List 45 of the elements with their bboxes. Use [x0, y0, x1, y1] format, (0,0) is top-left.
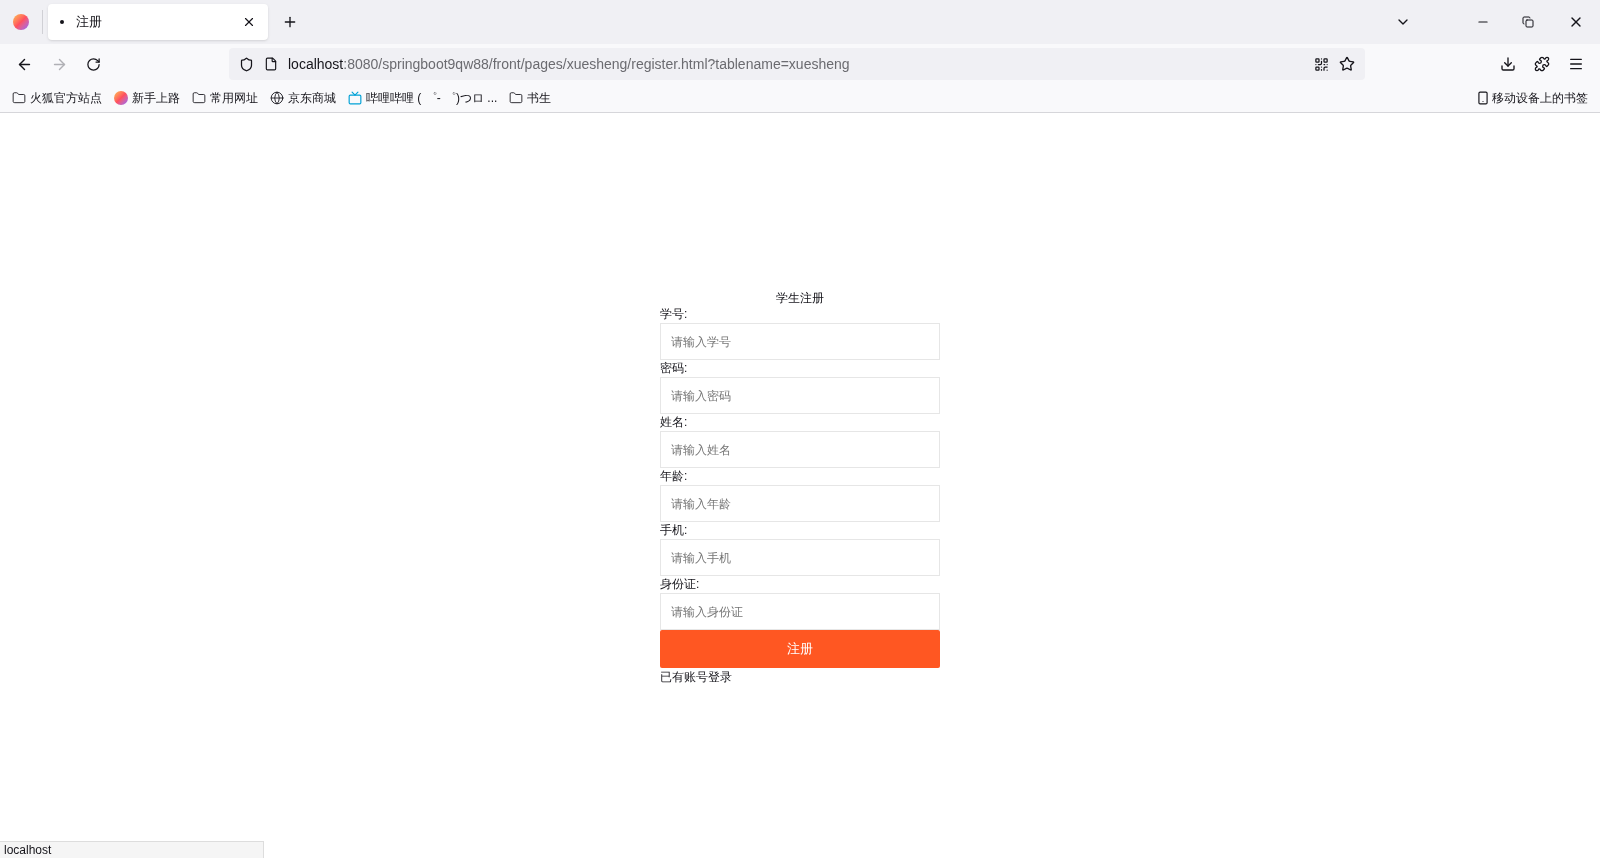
- input-field[interactable]: 请输入身份证: [660, 593, 940, 630]
- mobile-bookmarks[interactable]: 移动设备上的书签: [1476, 89, 1588, 107]
- restore-icon[interactable]: [1522, 16, 1534, 28]
- input-field[interactable]: 请输入密码: [660, 377, 940, 414]
- bookmark-item[interactable]: 常用网址: [192, 89, 258, 107]
- bookmark-item[interactable]: 哔哩哔哩 ( ゜- ゜)つロ ...: [348, 89, 498, 107]
- browser-tab[interactable]: 注册: [48, 4, 268, 40]
- field-label: 身份证:: [660, 576, 700, 593]
- browser-logo-icon: [114, 91, 128, 105]
- new-tab-icon[interactable]: [282, 14, 298, 30]
- bookmark-item[interactable]: 京东商城: [270, 89, 336, 107]
- tab-title: 注册: [76, 13, 103, 32]
- extensions-icon[interactable]: [1534, 56, 1550, 72]
- bookmark-item[interactable]: 书生: [509, 89, 552, 107]
- download-icon[interactable]: [1500, 56, 1516, 72]
- qr-code-icon[interactable]: [1314, 56, 1329, 72]
- bookmark-star-icon[interactable]: [1339, 56, 1355, 72]
- folder-icon: [12, 91, 26, 105]
- browser-logo-icon[interactable]: [13, 14, 29, 30]
- field-label: 学号:: [660, 306, 688, 323]
- page-icon: [264, 57, 278, 71]
- folder-icon: [509, 91, 524, 105]
- input-field[interactable]: 请输入学号: [660, 323, 940, 360]
- login-link[interactable]: 已有账号登录: [660, 668, 732, 686]
- menu-icon[interactable]: [1568, 56, 1584, 72]
- address-bar[interactable]: localhost:8080/springboot9qw88/front/pages/xuesheng/register.html?tablename=xuesheng: [229, 48, 1365, 80]
- input-field[interactable]: 请输入姓名: [660, 431, 940, 468]
- folder-icon: [192, 91, 206, 105]
- phone-icon: [1476, 91, 1490, 105]
- form-title: 学生注册: [775, 291, 825, 306]
- tv-icon: [348, 91, 362, 105]
- field-label: 姓名:: [660, 414, 688, 431]
- globe-icon: [270, 91, 284, 105]
- status-bar: localhost: [0, 841, 264, 858]
- field-label: 手机:: [660, 522, 688, 539]
- input-field[interactable]: 请输入年龄: [660, 485, 940, 522]
- shield-icon: [239, 56, 254, 72]
- reload-icon[interactable]: [86, 56, 101, 72]
- close-icon[interactable]: [242, 15, 256, 29]
- bookmark-item[interactable]: 火狐官方站点: [12, 89, 102, 107]
- field-label: 密码:: [660, 360, 688, 377]
- url-text: localhost:8080/springboot9qw88/front/pages/xuesheng/register.html?tablename=xuesheng: [288, 54, 851, 74]
- input-field[interactable]: 请输入手机: [660, 539, 940, 576]
- bookmark-item[interactable]: 新手上路: [114, 89, 180, 107]
- field-label: 年龄:: [660, 468, 688, 485]
